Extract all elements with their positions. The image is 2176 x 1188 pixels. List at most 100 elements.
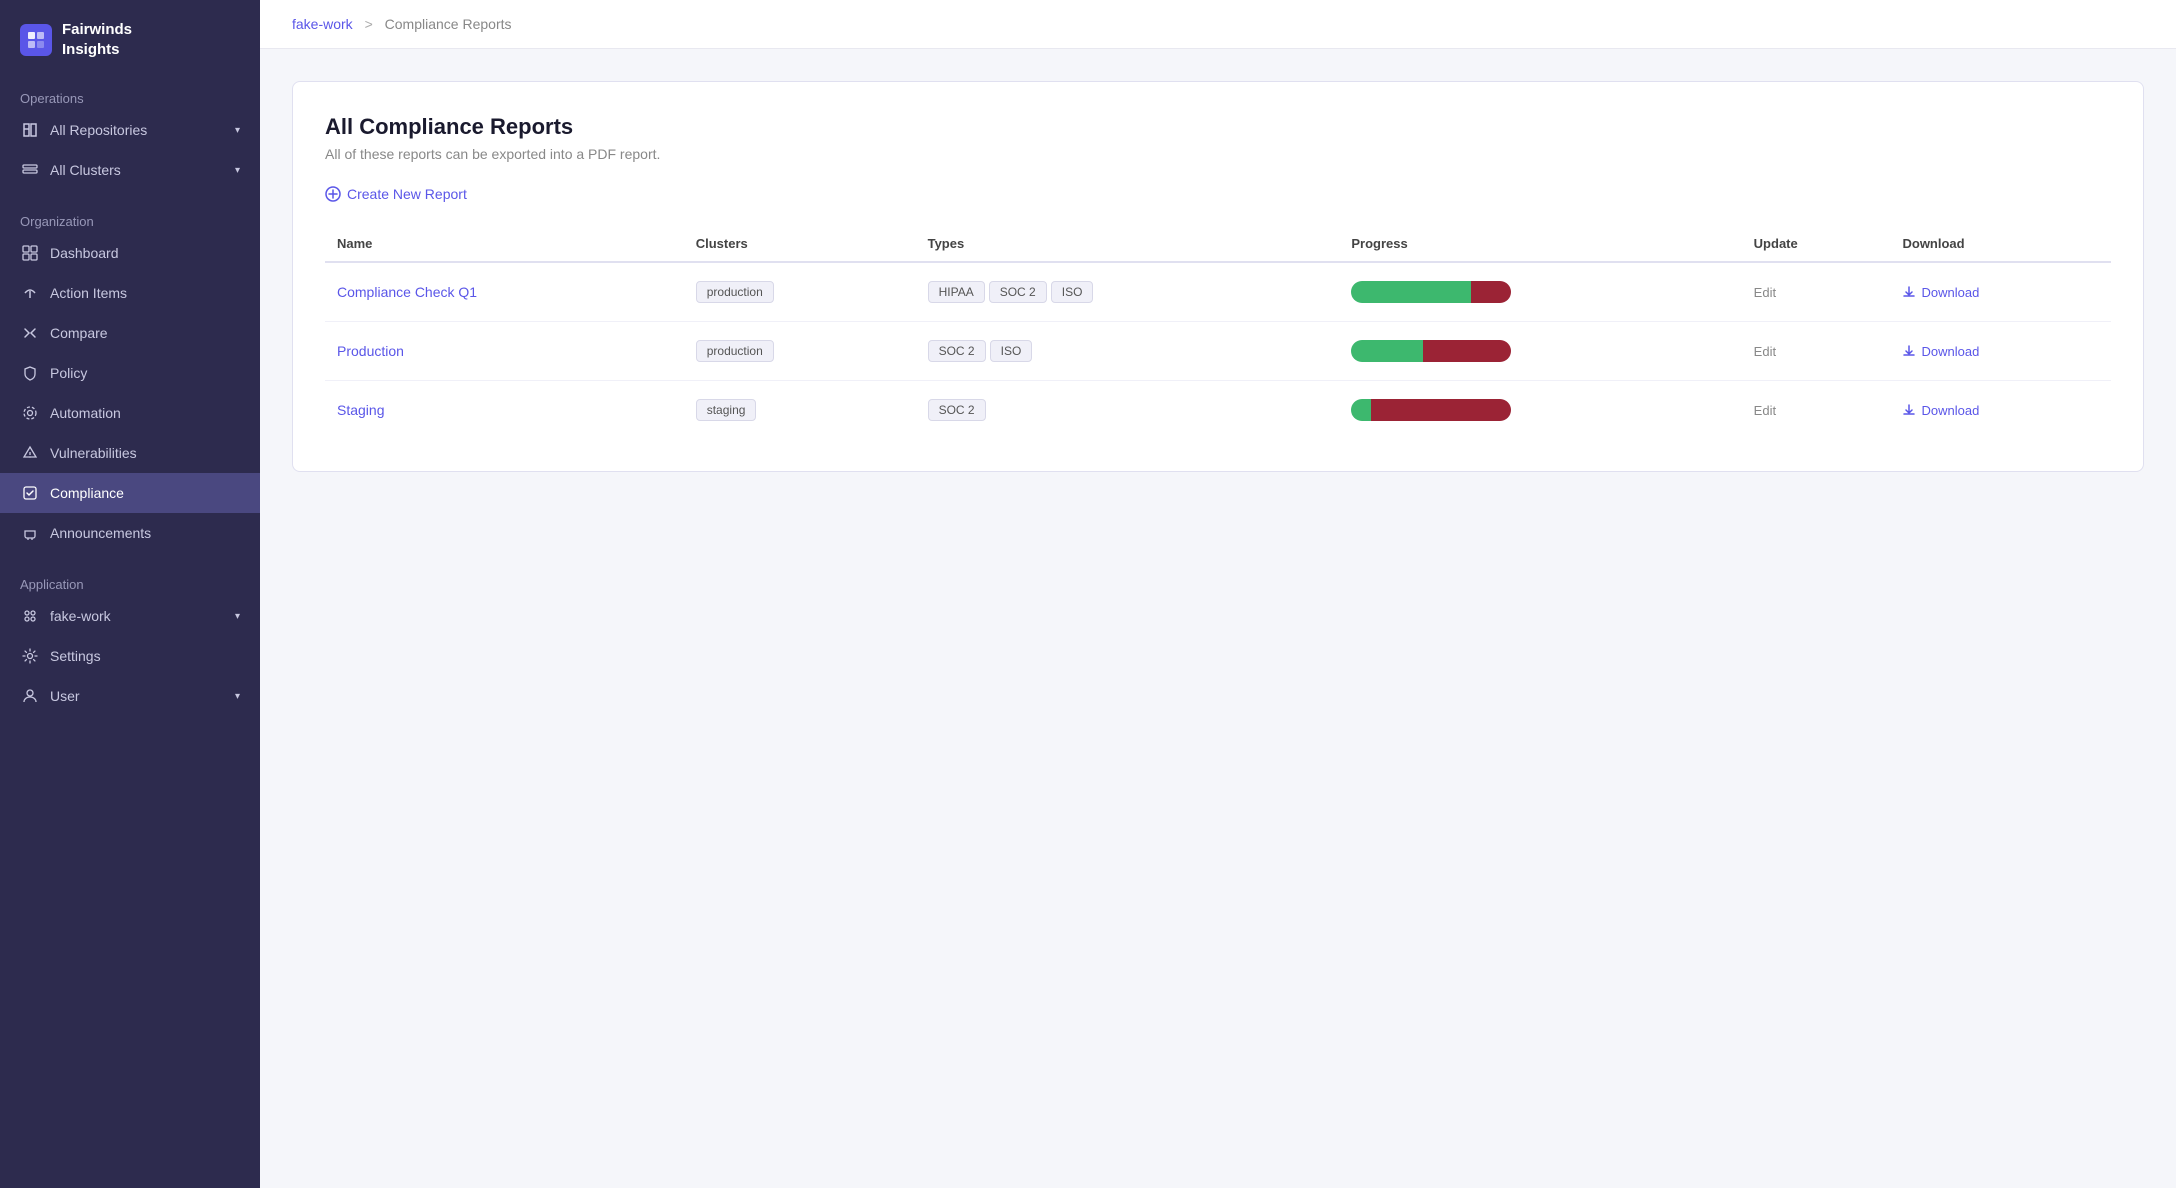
- download-label: Download: [1921, 344, 1979, 359]
- download-icon: [1902, 344, 1916, 358]
- download-icon: [1902, 403, 1916, 417]
- sidebar-item-label: Compliance: [50, 485, 124, 501]
- policy-icon: [20, 363, 40, 383]
- type-tag: SOC 2: [989, 281, 1047, 303]
- app-icon: [20, 606, 40, 626]
- progress-red: [1471, 281, 1511, 303]
- section-label-organization: Organization: [0, 206, 260, 233]
- plus-circle-icon: [325, 186, 341, 202]
- repos-icon: [20, 120, 40, 140]
- table-row: Production production SOC 2ISO Edit Downlo…: [325, 322, 2111, 381]
- progress-green: [1351, 281, 1471, 303]
- chevron-down-icon: ▾: [235, 125, 240, 136]
- table-row: StagingstagingSOC 2 Edit Download: [325, 381, 2111, 440]
- sidebar-item-label: Compare: [50, 325, 108, 341]
- sidebar-item-all-clusters[interactable]: All Clusters ▾: [0, 150, 260, 190]
- content-area: All Compliance Reports All of these repo…: [260, 49, 2176, 504]
- create-new-report-button[interactable]: Create New Report: [325, 186, 467, 202]
- edit-button[interactable]: Edit: [1754, 285, 1776, 300]
- sidebar-item-automation[interactable]: Automation: [0, 393, 260, 433]
- download-icon: [1902, 285, 1916, 299]
- page-title: All Compliance Reports: [325, 114, 2111, 140]
- sidebar-item-label: All Clusters: [50, 162, 121, 178]
- progress-bar: [1351, 399, 1511, 421]
- sidebar-item-policy[interactable]: Policy: [0, 353, 260, 393]
- section-label-application: Application: [0, 569, 260, 596]
- edit-button[interactable]: Edit: [1754, 344, 1776, 359]
- progress-green: [1351, 399, 1370, 421]
- sidebar-item-label: Settings: [50, 648, 101, 664]
- download-button[interactable]: Download: [1902, 403, 1979, 418]
- sidebar-item-label: Policy: [50, 365, 87, 381]
- create-btn-label: Create New Report: [347, 186, 467, 202]
- report-name-2[interactable]: Staging: [337, 402, 384, 418]
- automation-icon: [20, 403, 40, 423]
- sidebar-item-action-items[interactable]: Action Items: [0, 273, 260, 313]
- breadcrumb-separator: >: [365, 16, 373, 32]
- sidebar-item-label: Dashboard: [50, 245, 119, 261]
- col-types: Types: [916, 226, 1340, 262]
- progress-bar: [1351, 281, 1511, 303]
- vuln-icon: [20, 443, 40, 463]
- chevron-down-icon: ▾: [235, 165, 240, 176]
- sidebar-item-fake-work[interactable]: fake-work ▾: [0, 596, 260, 636]
- download-label: Download: [1921, 285, 1979, 300]
- breadcrumb-workspace[interactable]: fake-work: [292, 16, 353, 32]
- report-name-0[interactable]: Compliance Check Q1: [337, 284, 477, 300]
- chevron-down-icon: ▾: [235, 611, 240, 622]
- sidebar-item-label: User: [50, 688, 80, 704]
- sidebar-item-label: All Repositories: [50, 122, 147, 138]
- col-name: Name: [325, 226, 684, 262]
- clusters-icon: [20, 160, 40, 180]
- type-tag: SOC 2: [928, 340, 986, 362]
- compliance-icon: [20, 483, 40, 503]
- compliance-table: Name Clusters Types Progress Update Down…: [325, 226, 2111, 439]
- progress-red: [1423, 340, 1511, 362]
- action-items-icon: [20, 283, 40, 303]
- chevron-down-icon: ▾: [235, 691, 240, 702]
- section-label-operations: Operations: [0, 83, 260, 110]
- cluster-tag: production: [696, 340, 774, 362]
- col-update: Update: [1742, 226, 1891, 262]
- download-button[interactable]: Download: [1902, 285, 1979, 300]
- report-name-1[interactable]: Production: [337, 343, 404, 359]
- col-download: Download: [1890, 226, 2111, 262]
- sidebar-item-label: Vulnerabilities: [50, 445, 137, 461]
- cluster-tag: production: [696, 281, 774, 303]
- sidebar-item-user[interactable]: User ▾: [0, 676, 260, 716]
- page-subtitle: All of these reports can be exported int…: [325, 146, 2111, 162]
- progress-green: [1351, 340, 1423, 362]
- table-header: Name Clusters Types Progress Update Down…: [325, 226, 2111, 262]
- progress-red: [1371, 399, 1512, 421]
- type-tag: HIPAA: [928, 281, 985, 303]
- sidebar-item-vulnerabilities[interactable]: Vulnerabilities: [0, 433, 260, 473]
- col-progress: Progress: [1339, 226, 1741, 262]
- sidebar-item-announcements[interactable]: Announcements: [0, 513, 260, 553]
- table-body: Compliance Check Q1productionHIPAASOC 2I…: [325, 262, 2111, 439]
- dashboard-icon: [20, 243, 40, 263]
- sidebar: FairwindsInsights Operations All Reposit…: [0, 0, 260, 1188]
- download-button[interactable]: Download: [1902, 344, 1979, 359]
- logo[interactable]: FairwindsInsights: [0, 0, 260, 83]
- sidebar-item-label: Action Items: [50, 285, 127, 301]
- sidebar-item-settings[interactable]: Settings: [0, 636, 260, 676]
- sidebar-item-label: fake-work: [50, 608, 111, 624]
- main-content: fake-work > Compliance Reports All Compl…: [260, 0, 2176, 1188]
- user-icon: [20, 686, 40, 706]
- announce-icon: [20, 523, 40, 543]
- table-row: Compliance Check Q1productionHIPAASOC 2I…: [325, 262, 2111, 322]
- sidebar-item-label: Automation: [50, 405, 121, 421]
- download-label: Download: [1921, 403, 1979, 418]
- sidebar-item-dashboard[interactable]: Dashboard: [0, 233, 260, 273]
- breadcrumb-current: Compliance Reports: [385, 16, 512, 32]
- compare-icon: [20, 323, 40, 343]
- edit-button[interactable]: Edit: [1754, 403, 1776, 418]
- settings-icon: [20, 646, 40, 666]
- sidebar-item-compliance[interactable]: Compliance: [0, 473, 260, 513]
- sidebar-item-compare[interactable]: Compare: [0, 313, 260, 353]
- app-name: FairwindsInsights: [62, 20, 132, 59]
- sidebar-item-all-repositories[interactable]: All Repositories ▾: [0, 110, 260, 150]
- type-tag: SOC 2: [928, 399, 986, 421]
- type-tag: ISO: [990, 340, 1033, 362]
- breadcrumb: fake-work > Compliance Reports: [260, 0, 2176, 49]
